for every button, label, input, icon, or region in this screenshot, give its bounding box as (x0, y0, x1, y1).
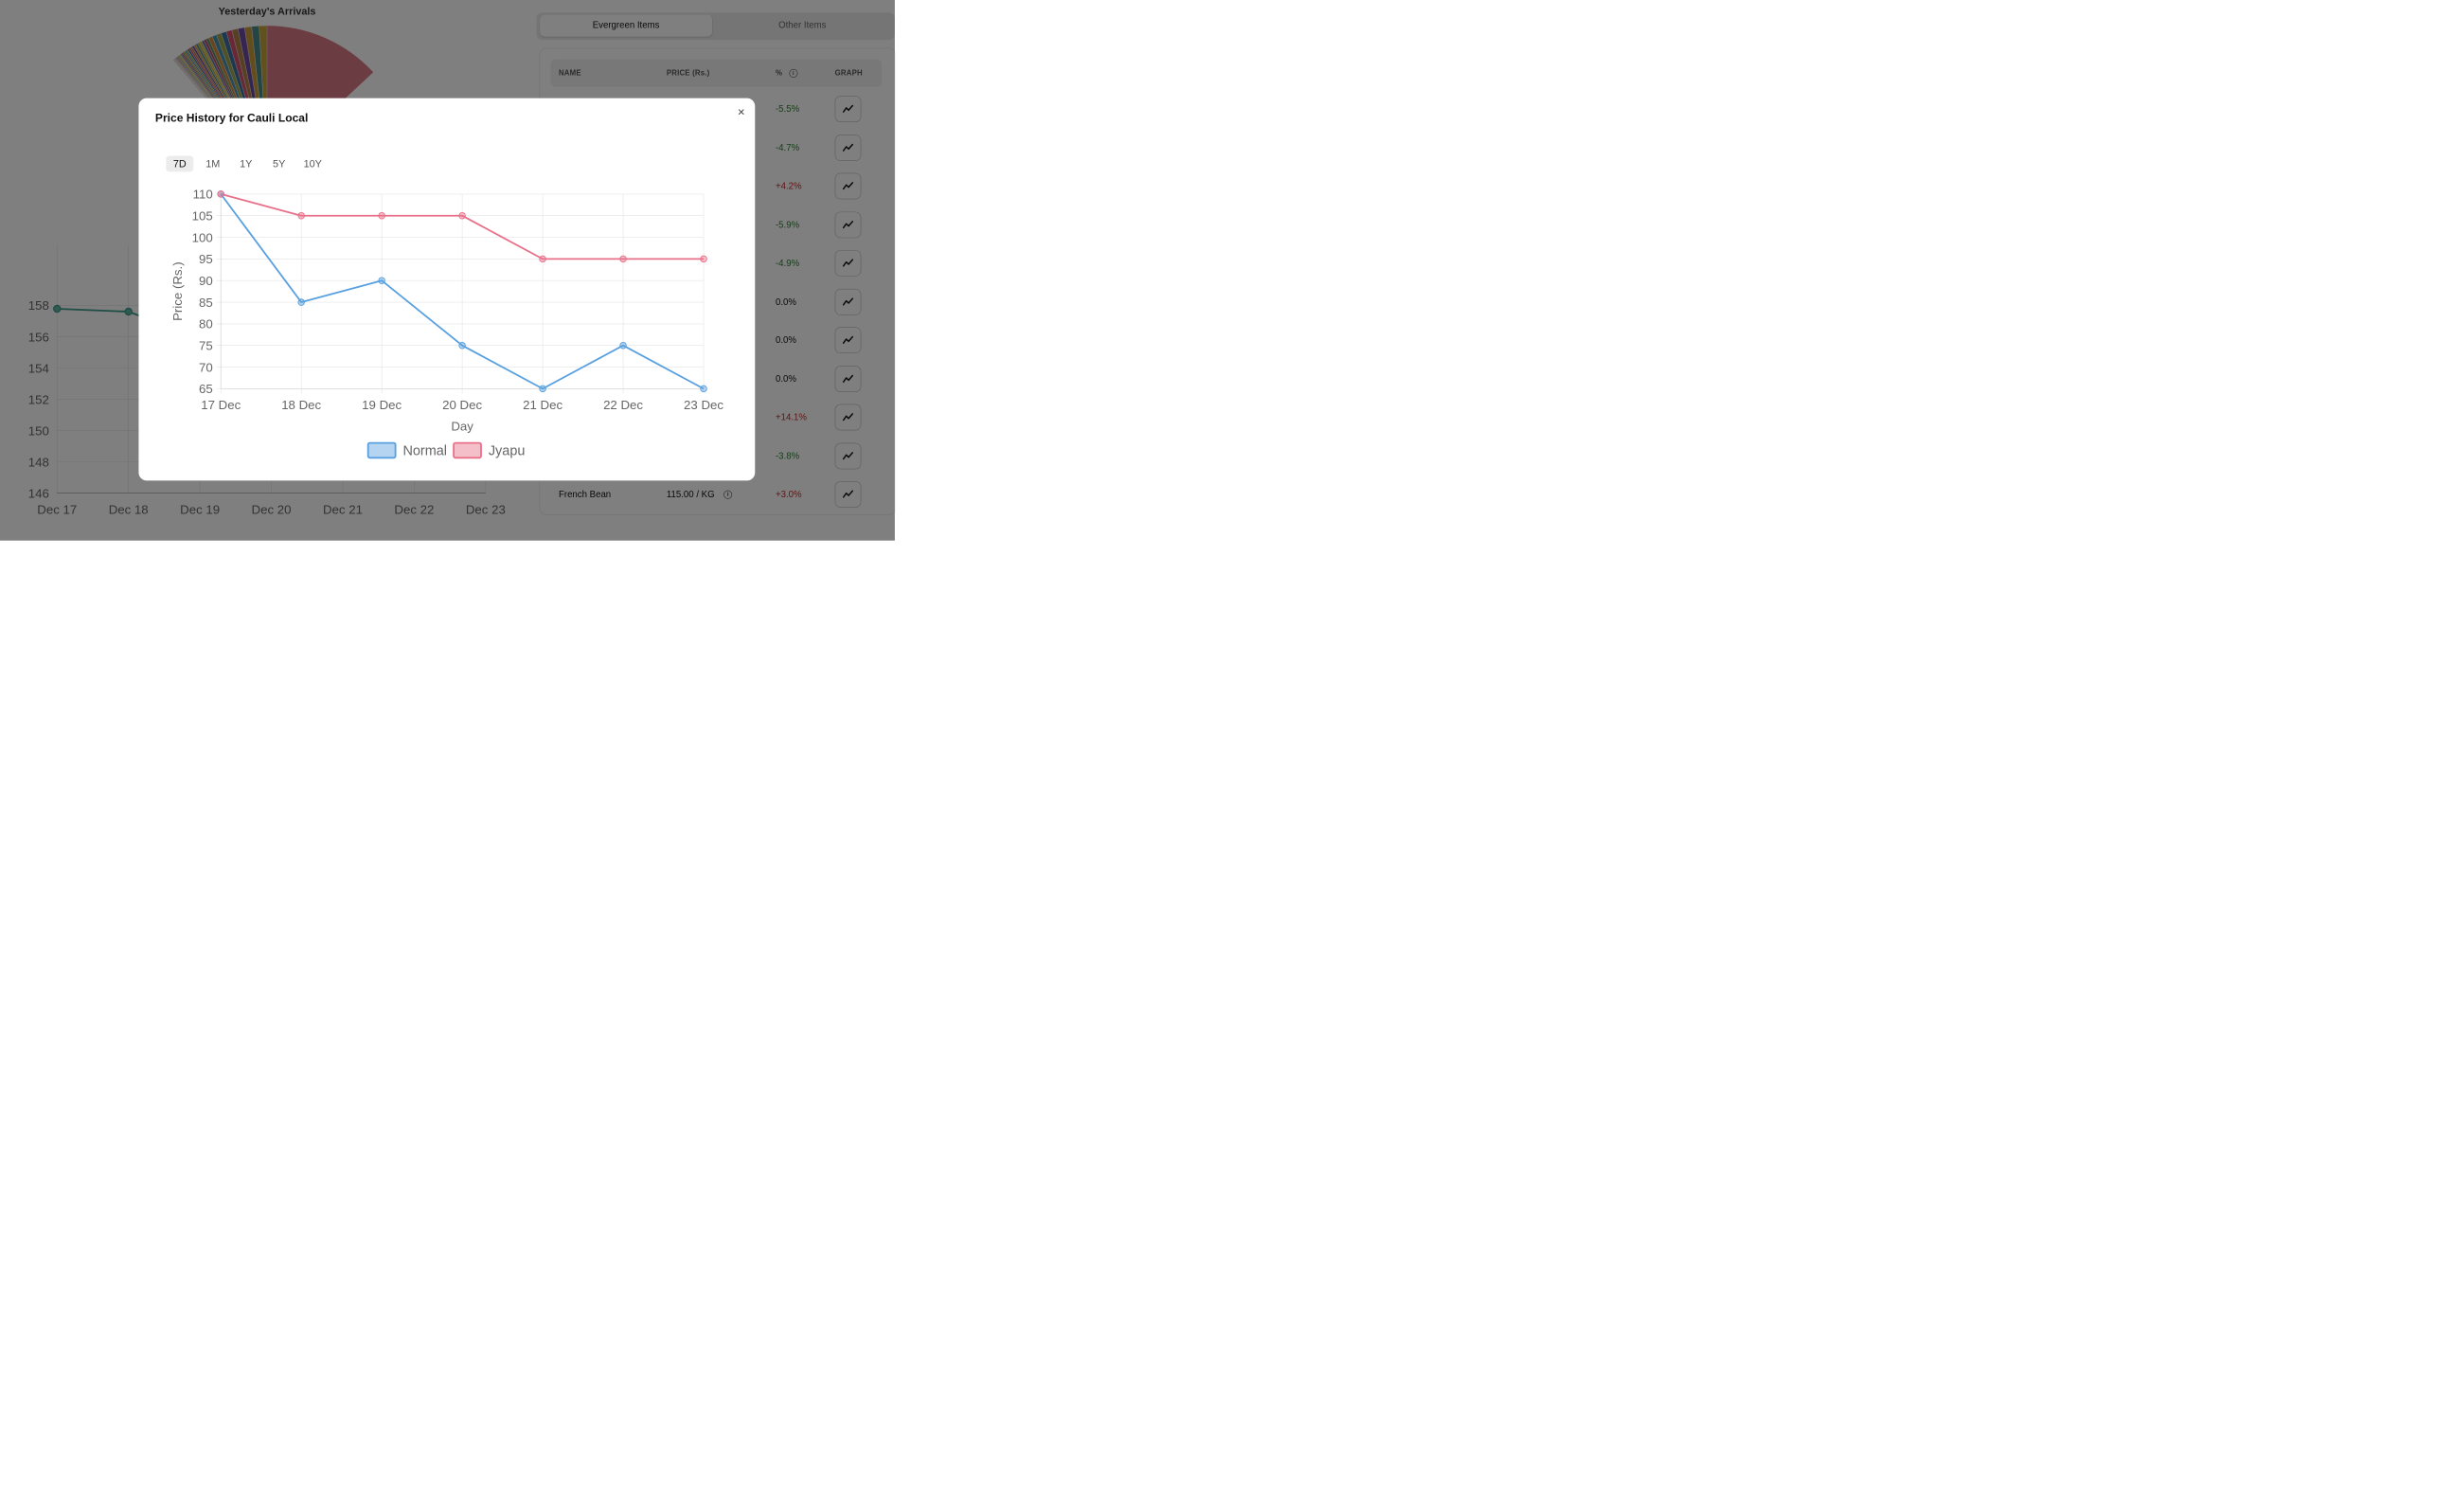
y-tick-label: 95 (199, 252, 213, 266)
data-point (700, 255, 707, 263)
y-tick-label: 70 (199, 360, 213, 374)
legend-swatch-normal (366, 441, 397, 459)
legend-label-normal: Normal (402, 443, 447, 458)
data-point (619, 255, 627, 263)
data-point (458, 211, 466, 220)
y-tick-label: 100 (192, 230, 213, 244)
data-point (539, 385, 546, 393)
data-point (458, 341, 466, 350)
x-tick-label: 21 Dec (523, 398, 562, 412)
background-page: Yesterday's Arrivals Dec 17Dec 18Dec 19D… (0, 0, 897, 541)
data-point (297, 298, 305, 306)
y-tick-label: 90 (199, 274, 213, 288)
x-tick-label: 17 Dec (201, 398, 241, 412)
y-tick-label: 80 (199, 317, 213, 332)
price-history-modal: Price History for Cauli Local × 7D 1M 1Y 5Y… (138, 98, 756, 481)
y-tick-label: 110 (193, 188, 213, 202)
data-point (297, 211, 305, 220)
data-point (378, 211, 385, 220)
data-point (539, 255, 546, 263)
price-history-chart: 17 Dec 18 Dec 19 Dec 20 Dec 21 Dec 22 Dec 23 D… (170, 188, 723, 459)
y-axis-label: Price (Rs.) (170, 261, 185, 321)
x-tick-label: 20 Dec (442, 398, 482, 412)
y-tick-label: 65 (199, 382, 213, 396)
data-point (700, 385, 707, 393)
x-tick-label: 19 Dec (362, 398, 402, 412)
x-axis-label: Day (451, 419, 473, 433)
y-tick-label: 105 (192, 209, 213, 224)
x-tick-label: 23 Dec (684, 398, 723, 412)
data-point (217, 190, 224, 198)
data-point (378, 277, 385, 284)
x-tick-label: 18 Dec (281, 398, 321, 412)
x-tick-label: 22 Dec (603, 398, 643, 412)
data-point (619, 341, 627, 350)
legend-label-jyapu: Jyapu (489, 443, 526, 458)
y-tick-label: 75 (199, 339, 213, 353)
y-tick-label: 85 (199, 296, 213, 310)
legend-swatch-jyapu (453, 441, 482, 459)
